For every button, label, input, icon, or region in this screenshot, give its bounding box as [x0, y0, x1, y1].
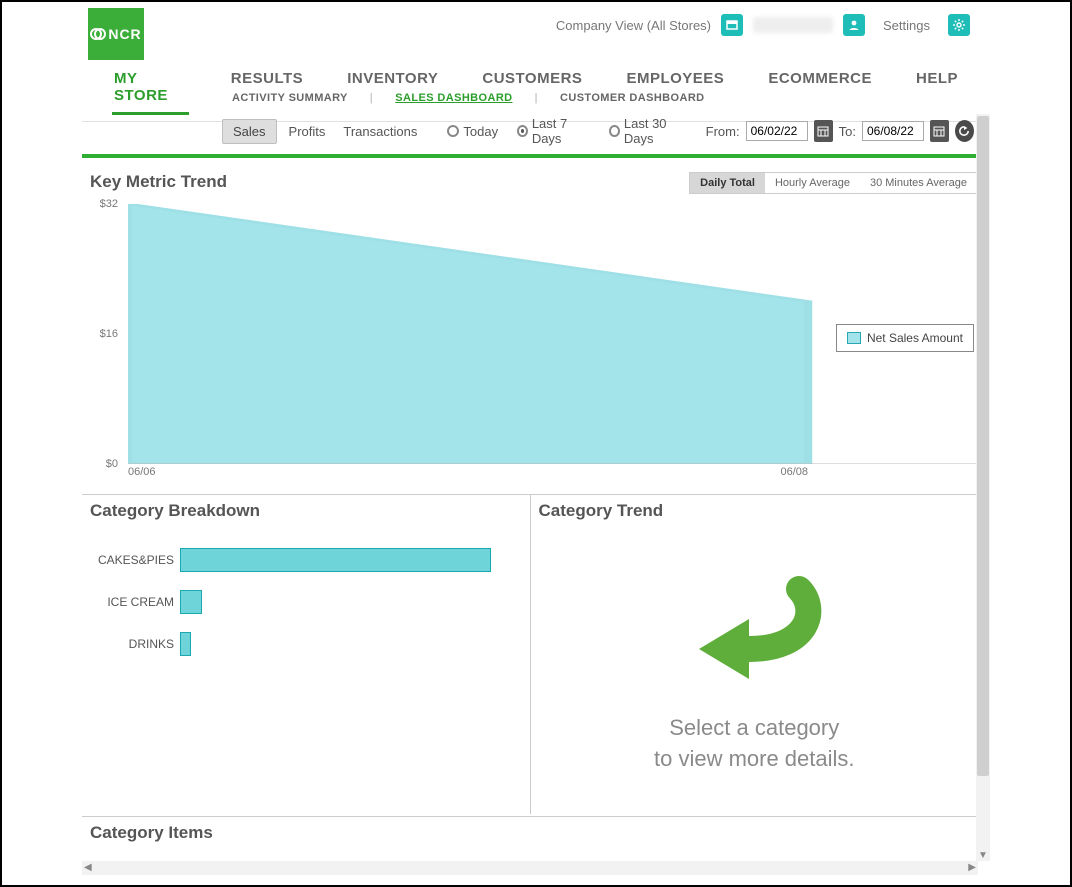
toggle-hourly-avg[interactable]: Hourly Average	[765, 173, 860, 193]
range-last7[interactable]: Last 7 Days	[517, 116, 590, 146]
store-icon[interactable]	[721, 14, 743, 36]
hint-arrow-icon	[679, 569, 829, 689]
horizontal-scrollbar[interactable]: ◀ ▶	[82, 861, 978, 875]
breakdown-chart: CAKES&PIES ICE CREAM DRINKS	[90, 539, 522, 665]
vertical-scrollbar[interactable]: ▲ ▼	[976, 114, 990, 861]
ytick-32: $32	[100, 198, 118, 210]
bar-label: CAKES&PIES	[90, 553, 180, 567]
to-label: To:	[839, 124, 856, 139]
company-view-label[interactable]: Company View (All Stores)	[556, 18, 711, 33]
bar-row[interactable]: ICE CREAM	[90, 581, 522, 623]
brand-logo: NCR	[88, 8, 144, 60]
subnav-sales-dashboard[interactable]: SALES DASHBOARD	[395, 92, 512, 104]
refresh-icon[interactable]	[955, 120, 974, 142]
toggle-daily-total[interactable]: Daily Total	[690, 173, 765, 193]
range-last30[interactable]: Last 30 Days	[609, 116, 688, 146]
scroll-thumb[interactable]	[977, 116, 989, 776]
filter-controls: Sales Profits Transactions Today Last 7 …	[82, 114, 978, 154]
content-scroll: Sales Profits Transactions Today Last 7 …	[82, 114, 978, 873]
user-name-redacted	[753, 17, 833, 33]
metric-title: Key Metric Trend	[82, 172, 227, 196]
logo-icon	[90, 26, 106, 42]
main-nav: MY STORE RESULTS INVENTORY CUSTOMERS EMP…	[82, 60, 990, 122]
subnav-customer-dashboard[interactable]: CUSTOMER DASHBOARD	[560, 92, 705, 104]
range-today[interactable]: Today	[447, 124, 498, 139]
tab-ecommerce[interactable]: ECOMMERCE	[766, 68, 874, 115]
bar-label: DRINKS	[90, 637, 180, 651]
ytick-16: $16	[100, 328, 118, 340]
sub-nav: ACTIVITY SUMMARY | SALES DASHBOARD | CUS…	[232, 92, 705, 104]
bar-cakes	[180, 548, 491, 572]
breakdown-title: Category Breakdown	[90, 501, 522, 525]
category-items-title: Category Items	[82, 816, 978, 849]
bar-icecream	[180, 590, 202, 614]
bar-row[interactable]: DRINKS	[90, 623, 522, 665]
toggle-30min-avg[interactable]: 30 Minutes Average	[860, 173, 977, 193]
chart-legend: Net Sales Amount	[836, 324, 974, 352]
subnav-activity-summary[interactable]: ACTIVITY SUMMARY	[232, 92, 348, 104]
calendar-from-icon[interactable]	[814, 120, 833, 142]
from-label: From:	[706, 124, 740, 139]
bar-drinks	[180, 632, 191, 656]
tab-my-store[interactable]: MY STORE	[112, 68, 189, 115]
legend-swatch	[847, 332, 861, 344]
user-icon[interactable]	[843, 14, 865, 36]
trend-title: Category Trend	[539, 501, 971, 525]
metric-tab-sales[interactable]: Sales	[222, 119, 277, 144]
brand-text: NCR	[108, 26, 141, 42]
tab-help[interactable]: HELP	[914, 68, 960, 115]
xtick-end: 06/08	[780, 466, 808, 478]
metric-toggle: Daily Total Hourly Average 30 Minutes Av…	[689, 172, 978, 194]
bar-label: ICE CREAM	[90, 595, 180, 609]
calendar-to-icon[interactable]	[930, 120, 949, 142]
trend-chart: $32 $16 $0 Net Sales Amount 06/06 06/08	[82, 204, 978, 484]
gear-icon[interactable]	[948, 14, 970, 36]
metric-tab-profits[interactable]: Profits	[283, 120, 332, 143]
from-date-input[interactable]	[746, 121, 808, 141]
to-date-input[interactable]	[862, 121, 924, 141]
bar-row[interactable]: CAKES&PIES	[90, 539, 522, 581]
settings-link[interactable]: Settings	[883, 18, 930, 33]
ytick-0: $0	[106, 458, 118, 470]
trend-hint: Select a category to view more details.	[539, 713, 971, 775]
xtick-start: 06/06	[128, 466, 156, 478]
metric-tab-transactions[interactable]: Transactions	[337, 120, 423, 143]
legend-label: Net Sales Amount	[867, 331, 963, 345]
accent-divider	[82, 154, 978, 158]
